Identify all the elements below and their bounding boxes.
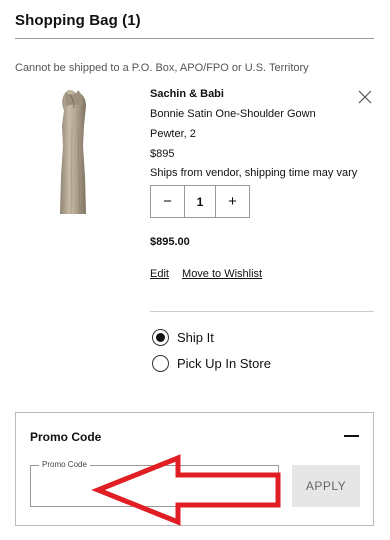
- radio-selected-icon[interactable]: [152, 329, 169, 346]
- divider: [150, 311, 374, 312]
- radio-ship-it[interactable]: Ship It: [152, 329, 214, 346]
- item-price: $895: [150, 148, 175, 160]
- quantity-value: 1: [184, 186, 216, 217]
- apply-button[interactable]: APPLY: [292, 465, 360, 507]
- bag-header: Shopping Bag (1): [15, 12, 374, 39]
- shipping-restriction-notice: Cannot be shipped to a P.O. Box, APO/FPO…: [15, 62, 309, 74]
- item-name[interactable]: Bonnie Satin One-Shoulder Gown: [150, 108, 316, 120]
- product-image[interactable]: [52, 86, 96, 218]
- decrement-button[interactable]: −: [151, 186, 184, 217]
- radio-unselected-icon[interactable]: [152, 355, 169, 372]
- shipping-note: Ships from vendor, shipping time may var…: [150, 167, 358, 179]
- gown-image: [60, 89, 86, 215]
- item-variant: Pewter, 2: [150, 128, 196, 140]
- promo-code-panel: Promo Code Promo Code APPLY: [15, 412, 374, 526]
- item-brand[interactable]: Sachin & Babi: [150, 88, 224, 100]
- item-actions: Edit Move to Wishlist: [150, 268, 262, 280]
- promo-code-input[interactable]: [39, 478, 269, 500]
- page-title: Shopping Bag (1): [15, 12, 141, 29]
- increment-button[interactable]: +: [216, 186, 249, 217]
- move-to-wishlist-link[interactable]: Move to Wishlist: [182, 268, 262, 280]
- item-total: $895.00: [150, 236, 190, 248]
- quantity-stepper: − 1 +: [150, 185, 250, 218]
- radio-label-pick-up: Pick Up In Store: [177, 356, 271, 371]
- promo-title: Promo Code: [30, 430, 102, 444]
- remove-item-button[interactable]: [357, 89, 373, 105]
- promo-field-label: Promo Code: [39, 460, 90, 469]
- edit-link[interactable]: Edit: [150, 268, 169, 280]
- close-icon: [358, 90, 372, 104]
- radio-pick-up-in-store[interactable]: Pick Up In Store: [152, 355, 271, 372]
- minus-icon[interactable]: [344, 435, 359, 437]
- radio-label-ship-it: Ship It: [177, 330, 214, 345]
- promo-code-field[interactable]: Promo Code: [30, 460, 279, 507]
